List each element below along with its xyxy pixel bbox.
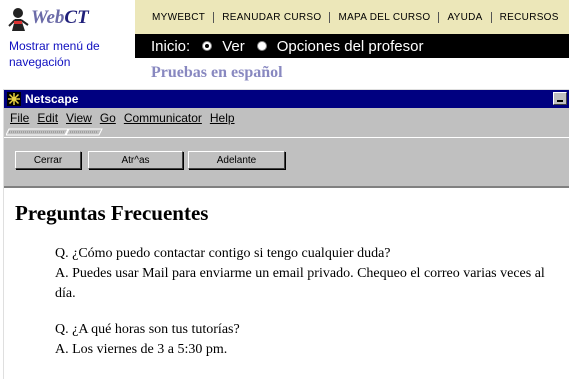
menu-help[interactable]: Help [210,111,235,125]
minimize-button[interactable] [553,92,567,105]
mode-bar: Inicio: Ver Opciones del profesor [135,34,569,58]
menu-view[interactable]: View [66,111,92,125]
faq-answer: A. Puedes usar Mail para enviarme un ema… [55,266,545,301]
menu-communicator[interactable]: Communicator [124,111,202,125]
netscape-window: Netscape File Edit View Go Communicator … [3,89,569,388]
nav-help[interactable]: AYUDA [439,11,492,23]
show-navigation-menu-link[interactable]: Mostrar menú de navegación [9,38,127,70]
instructor-options-label[interactable]: Opciones del profesor [277,38,424,55]
instructor-options-radio[interactable] [256,41,267,51]
mode-label: Inicio: [151,37,191,55]
nav-course-map[interactable]: MAPA DEL CURSO [330,11,440,23]
menu-bar: File Edit View Go Communicator Help [4,108,569,127]
menu-file[interactable]: File [10,111,29,125]
faq-answer: A. Los viernes de 3 a 5:30 pm. [55,342,228,357]
nav-resources[interactable]: RECURSOS [492,12,567,23]
window-title: Netscape [25,92,79,106]
forward-button[interactable]: Adelante [188,151,285,169]
back-button[interactable]: Atr^as [88,151,183,169]
view-mode-label[interactable]: Ver [222,38,245,55]
window-titlebar[interactable]: Netscape [4,90,569,108]
toolbar-grip-tabs[interactable] [6,128,106,136]
faq-question: Q. ¿A qué horas son tus tutorías? [55,322,240,337]
faq-question: Q. ¿Cómo puedo contactar contigo si teng… [55,246,391,261]
page-title: Preguntas Frecuentes [15,201,209,225]
webct-top-nav: MYWEBCT REANUDAR CURSO MAPA DEL CURSO AY… [135,0,569,34]
nav-resume-course[interactable]: REANUDAR CURSO [214,11,331,23]
netscape-icon [7,92,21,106]
course-title: Pruebas en español [151,64,283,81]
button-bar: Cerrar Atr^as Adelante [4,137,569,186]
menu-go[interactable]: Go [100,111,116,125]
page-content: Preguntas Frecuentes Q. ¿Cómo puedo cont… [4,186,569,388]
close-button[interactable]: Cerrar [15,151,81,169]
nav-mywebct[interactable]: MYWEBCT [135,11,215,23]
faq-item: Q. ¿Cómo puedo contactar contigo si teng… [55,244,545,304]
faq-item: Q. ¿A qué horas son tus tutorías? A. Los… [55,320,545,360]
webct-logo-text: WebCT [31,7,89,28]
view-mode-radio[interactable] [202,41,213,51]
menu-edit[interactable]: Edit [37,111,58,125]
